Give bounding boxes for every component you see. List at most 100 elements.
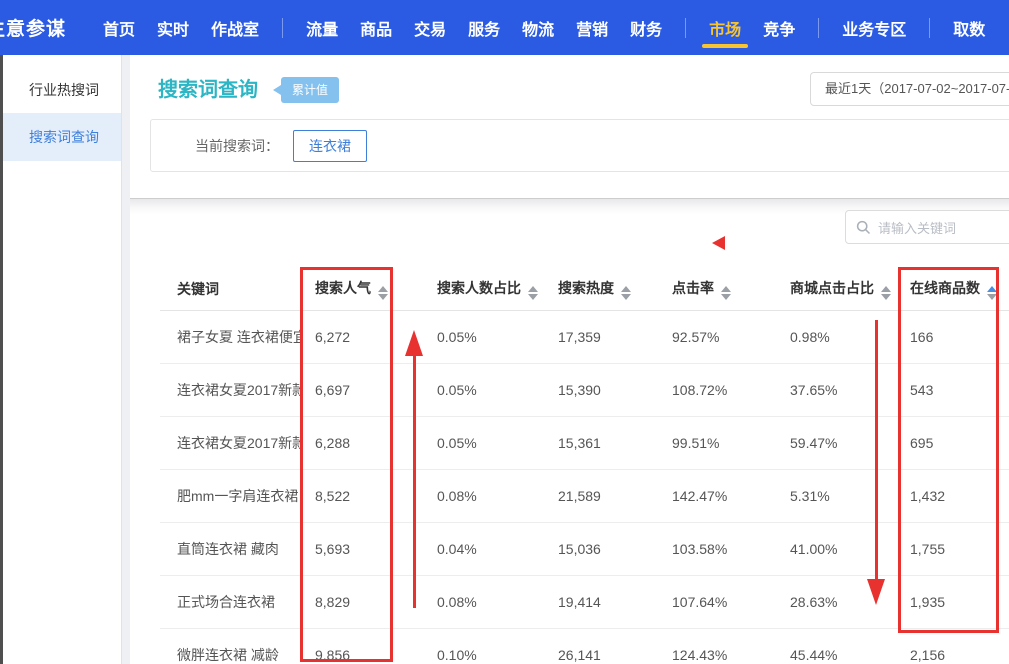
sort-down-arrow [528,294,538,300]
cell-online-products: 1,935 [898,575,1009,628]
nav-item-war-room[interactable]: 作战室 [211,0,259,55]
nav-divider [929,18,930,38]
cell-search-user-ratio: 0.05% [425,416,546,469]
col-header-search-heat[interactable]: 搜索热度 [546,268,660,310]
table-header-row: 关键词 搜索人气 搜索人数占比 搜索热度 点击率 商城点击占比 在线商品数 [160,268,1009,310]
table-row: 连衣裙女夏2017新款... 6,288 0.05% 15,361 99.51%… [160,416,1009,469]
cell-search-user-ratio: 0.05% [425,310,546,363]
cell-search-popularity: 8,522 [303,469,425,522]
nav-item-service[interactable]: 服务 [468,0,500,55]
sort-icon[interactable] [721,286,731,300]
sort-icon[interactable] [987,286,997,300]
brand-logo[interactable]: 生意参谋 [0,14,66,41]
keyword-link[interactable]: 裙子女夏 连衣裙便宜5... [160,310,303,363]
page: 生意参谋 首页 实时 作战室 流量 商品 交易 服务 物流 营销 财务 市场 竞… [0,0,1009,664]
keyword-link[interactable]: 肥mm一字肩连衣裙 [160,469,303,522]
cell-search-popularity: 8,829 [303,575,425,628]
sort-down-arrow [621,294,631,300]
nav-item-product[interactable]: 商品 [360,0,392,55]
cell-click-rate: 142.47% [660,469,778,522]
date-range-picker[interactable]: 最近1天（2017-07-02~2017-07-02） [810,72,1009,106]
cell-search-popularity: 5,693 [303,522,425,575]
col-header-online-products[interactable]: 在线商品数 [898,268,1009,310]
cell-online-products: 1,755 [898,522,1009,575]
sort-down-arrow [987,294,997,300]
sort-icon[interactable] [528,286,538,300]
sort-icon[interactable] [881,286,891,300]
cell-online-products: 166 [898,310,1009,363]
nav-item-logistics[interactable]: 物流 [522,0,554,55]
cell-click-rate: 107.64% [660,575,778,628]
current-term-label: 当前搜索词： [195,136,279,156]
cell-mall-click-ratio: 28.63% [778,575,898,628]
sort-up-arrow [987,286,997,292]
nav-item-business-zone[interactable]: 业务专区 [842,0,906,55]
nav-item-marketing[interactable]: 营销 [576,0,608,55]
sort-up-arrow [881,286,891,292]
nav-item-traffic[interactable]: 流量 [306,0,338,55]
col-header-mall-click-ratio[interactable]: 商城点击占比 [778,268,898,310]
cell-online-products: 2,156 [898,628,1009,664]
sidebar: 行业热搜词 搜索词查询 [3,55,122,664]
nav-divider [818,18,819,38]
cell-mall-click-ratio: 45.44% [778,628,898,664]
sidebar-item-search-term-query[interactable]: 搜索词查询 [3,113,121,161]
keyword-link[interactable]: 连衣裙女夏2017新款... [160,363,303,416]
nav-item-market[interactable]: 市场 [709,0,741,55]
nav-divider [282,18,283,38]
nav-item-trade[interactable]: 交易 [414,0,446,55]
cell-search-heat: 19,414 [546,575,660,628]
cumulative-badge: 累计值 [281,77,339,103]
sort-up-arrow [378,286,388,292]
nav-item-finance[interactable]: 财务 [630,0,662,55]
table-row: 连衣裙女夏2017新款... 6,697 0.05% 15,390 108.72… [160,363,1009,416]
cell-click-rate: 108.72% [660,363,778,416]
cell-search-heat: 26,141 [546,628,660,664]
cell-search-popularity: 6,697 [303,363,425,416]
keyword-link[interactable]: 连衣裙女夏2017新款... [160,416,303,469]
table-row: 肥mm一字肩连衣裙 8,522 0.08% 21,589 142.47% 5.3… [160,469,1009,522]
keyword-link[interactable]: 直筒连衣裙 藏肉 [160,522,303,575]
keyword-link[interactable]: 微胖连衣裙 减龄 [160,628,303,664]
sidebar-item-industry-hot-words[interactable]: 行业热搜词 [3,67,121,113]
cell-mall-click-ratio: 37.65% [778,363,898,416]
nav-item-data-extract[interactable]: 取数 [953,0,985,55]
cell-search-heat: 15,390 [546,363,660,416]
col-header-click-rate[interactable]: 点击率 [660,268,778,310]
cell-search-user-ratio: 0.04% [425,522,546,575]
cell-click-rate: 103.58% [660,522,778,575]
sort-icon[interactable] [378,286,388,300]
cell-online-products: 1,432 [898,469,1009,522]
nav-item-realtime[interactable]: 实时 [157,0,189,55]
col-header-search-user-ratio[interactable]: 搜索人数占比 [425,268,546,310]
cell-click-rate: 92.57% [660,310,778,363]
cell-search-heat: 15,036 [546,522,660,575]
sort-up-arrow [528,286,538,292]
nav-item-home[interactable]: 首页 [103,0,135,55]
cell-search-user-ratio: 0.10% [425,628,546,664]
keyword-search-input[interactable]: 请输入关键词 [845,210,1009,244]
cell-search-heat: 21,589 [546,469,660,522]
cell-search-popularity: 6,288 [303,416,425,469]
cell-search-popularity: 9,856 [303,628,425,664]
sort-icon[interactable] [621,286,631,300]
sort-down-arrow [881,294,891,300]
col-header-keyword: 关键词 [160,268,303,310]
search-icon [856,220,871,235]
cell-search-user-ratio: 0.08% [425,575,546,628]
page-title: 搜索词查询 [158,73,258,102]
table-row: 直筒连衣裙 藏肉 5,693 0.04% 15,036 103.58% 41.0… [160,522,1009,575]
top-nav: 生意参谋 首页 实时 作战室 流量 商品 交易 服务 物流 营销 财务 市场 竞… [0,0,1009,55]
cell-search-user-ratio: 0.08% [425,469,546,522]
table-row: 微胖连衣裙 减龄 9,856 0.10% 26,141 124.43% 45.4… [160,628,1009,664]
search-placeholder: 请输入关键词 [878,218,956,237]
keyword-link[interactable]: 正式场合连衣裙 [160,575,303,628]
sort-down-arrow [378,294,388,300]
cell-mall-click-ratio: 41.00% [778,522,898,575]
cell-search-heat: 17,359 [546,310,660,363]
nav-item-competition[interactable]: 竞争 [763,0,795,55]
col-header-search-popularity[interactable]: 搜索人气 [303,268,425,310]
cell-click-rate: 99.51% [660,416,778,469]
sort-up-arrow [721,286,731,292]
current-term-tag[interactable]: 连衣裙 [293,130,367,162]
